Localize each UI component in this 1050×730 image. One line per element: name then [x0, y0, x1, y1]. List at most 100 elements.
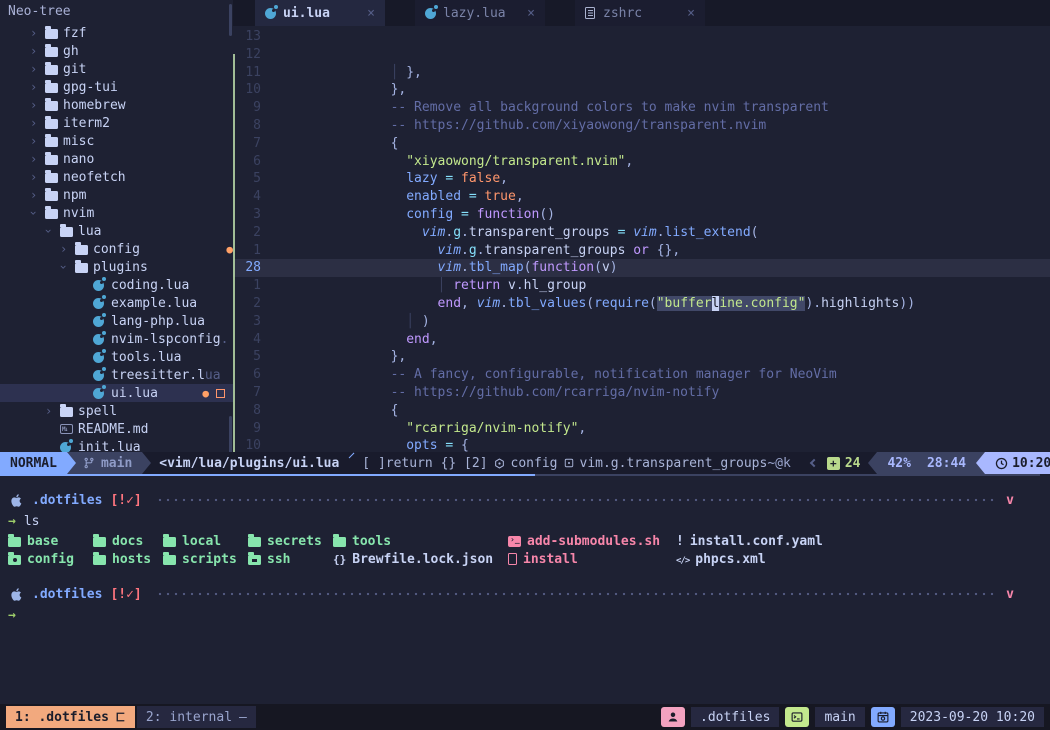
file-type-icon [93, 297, 111, 309]
mode-indicator: NORMAL [0, 452, 67, 474]
window-separator [233, 54, 235, 452]
chevron-icon[interactable] [30, 98, 45, 112]
file-type-icon [8, 555, 21, 565]
file-type-icon [93, 387, 111, 399]
tree-item[interactable]: plugins ● [0, 258, 233, 276]
tree-item[interactable]: gh ● [0, 42, 233, 60]
code-line[interactable]: 7 lazy = false, [233, 135, 1050, 153]
code-line[interactable]: 10 background_colour = "#000000", [233, 437, 1050, 452]
code-area[interactable]: 13 │ }, 12 }, 11 [233, 26, 1050, 452]
code-line[interactable]: 5 config = function() [233, 170, 1050, 188]
tree-item[interactable]: fzf ● [0, 24, 233, 42]
tree-item[interactable]: npm ● [0, 186, 233, 204]
ls-entry: config [8, 550, 93, 568]
file-type-icon [8, 537, 21, 547]
line-number: 28 [233, 259, 281, 277]
code-line[interactable]: 5 -- https://github.com/rcarriga/nvim-no… [233, 348, 1050, 366]
tree-item[interactable]: lang-php.lua ● [0, 312, 233, 330]
scrollbar-thumb[interactable] [229, 416, 232, 452]
code-line[interactable]: 9 -- Set background color to black so tr… [233, 420, 1050, 438]
chevron-icon[interactable] [30, 62, 45, 76]
close-icon[interactable]: × [367, 6, 375, 21]
code-line[interactable]: 4 -- A fancy, configurable, notification… [233, 331, 1050, 349]
tree-item[interactable]: nano ● [0, 150, 233, 168]
chevron-icon[interactable] [30, 134, 45, 148]
chevron-icon[interactable] [30, 26, 45, 40]
tree-item[interactable]: example.lua ● [0, 294, 233, 312]
tree-item[interactable]: neofetch ● [0, 168, 233, 186]
date-badge [871, 707, 895, 727]
tree-item[interactable]: treesitter.l ua ● [0, 366, 233, 384]
code-token: . [657, 225, 665, 240]
code-line[interactable]: 8 opts = { [233, 402, 1050, 420]
code-token: . [516, 278, 524, 293]
editor-tab[interactable]: zshrc × [575, 0, 705, 26]
tree-item[interactable]: README.md ● [0, 420, 233, 438]
code-token: {}, [657, 243, 680, 258]
chevron-icon[interactable] [30, 80, 45, 94]
code-token: ine.config" [719, 296, 805, 311]
tree-item[interactable]: tools.lua ● [0, 348, 233, 366]
chevron-icon[interactable] [30, 152, 45, 166]
tree-item[interactable]: iterm2 ● [0, 114, 233, 132]
chevron-icon[interactable] [30, 170, 45, 184]
editor-pane[interactable]: ui.lua × lazy.lua × zshrc × [233, 0, 1050, 452]
code-line[interactable]: 12 }, [233, 46, 1050, 64]
neotree-title: Neo-tree [0, 0, 233, 24]
chevron-icon[interactable] [30, 116, 45, 130]
tree-item[interactable]: spell ● [0, 402, 233, 420]
ls-entry: install.conf.yaml [676, 532, 1042, 550]
code-line[interactable]: 6 enabled = true, [233, 153, 1050, 171]
tree-item[interactable]: config ● [0, 240, 233, 258]
close-icon[interactable]: × [687, 6, 695, 21]
chevron-icon[interactable] [30, 188, 45, 202]
tmux-window-2[interactable]: 2: internal – [137, 706, 256, 728]
chevron-icon[interactable] [30, 44, 45, 58]
tree-item[interactable]: lua ● [0, 222, 233, 240]
close-icon[interactable]: × [527, 6, 535, 21]
tree-item[interactable]: nvim-lspconfig . ● [0, 330, 233, 348]
code-text: vim.tbl_map(function(v) [281, 224, 618, 242]
chevron-icon[interactable] [60, 242, 75, 256]
chevron-icon[interactable] [30, 206, 45, 220]
tmux-window-1[interactable]: 1: .dotfiles [6, 706, 135, 728]
clock-icon [995, 457, 1008, 470]
tree-item[interactable]: homebrew ● [0, 96, 233, 114]
ls-entry: install [508, 550, 676, 568]
terminal-pane[interactable]: .dotfiles [!✓] v → ls base docs local [0, 476, 1050, 702]
scrollbar-thumb[interactable] [229, 4, 232, 36]
code-line[interactable]: 13 │ }, [233, 28, 1050, 46]
pane-icon [116, 712, 126, 722]
file-type-icon [585, 7, 603, 19]
code-line[interactable]: 10 -- https://github.com/xiyaowong/trans… [233, 81, 1050, 99]
position-segment: 42% 28:44 [877, 452, 976, 474]
code-line[interactable]: 1 │ ) [233, 277, 1050, 295]
chevron-icon[interactable] [45, 224, 60, 238]
editor-tab[interactable]: lazy.lua × [415, 0, 545, 26]
tree-item[interactable]: coding.lua ● [0, 276, 233, 294]
line-number: 10 [233, 437, 281, 452]
tree-item[interactable]: init.lua ● [0, 438, 233, 452]
chevron-icon[interactable] [45, 404, 60, 418]
ls-entry-label: secrets [267, 534, 322, 549]
tree-item[interactable]: git ● [0, 60, 233, 78]
code-token: -- Remove all background colors to make … [391, 100, 829, 115]
tmux-git-branch: main [815, 707, 864, 727]
code-line[interactable]: 3 }, [233, 313, 1050, 331]
ls-entry-label: install [523, 552, 578, 567]
tree-item-label: lang-php.lua [111, 314, 205, 329]
tree-item[interactable]: gpg-tui ● [0, 78, 233, 96]
tree-item[interactable]: nvim ● [0, 204, 233, 222]
file-type-icon [60, 225, 78, 237]
chevron-icon[interactable] [60, 260, 75, 274]
editor-tab[interactable]: ui.lua × [255, 0, 385, 26]
tree-item[interactable]: misc ● [0, 132, 233, 150]
code-line[interactable]: 28 end, vim.tbl_values(require("bufferli… [233, 259, 1050, 277]
command-line[interactable]: → [8, 606, 1042, 625]
tree-item[interactable]: ui.lua ● [0, 384, 233, 402]
code-line[interactable]: 11 -- Remove all background colors to ma… [233, 64, 1050, 82]
code-line[interactable]: 3 vim.g.transparent_groups or {}, [233, 206, 1050, 224]
file-type-icon [60, 405, 78, 417]
code-token: vim [477, 296, 500, 311]
code-line[interactable]: 4 vim.g.transparent_groups = vim.list_ex… [233, 188, 1050, 206]
